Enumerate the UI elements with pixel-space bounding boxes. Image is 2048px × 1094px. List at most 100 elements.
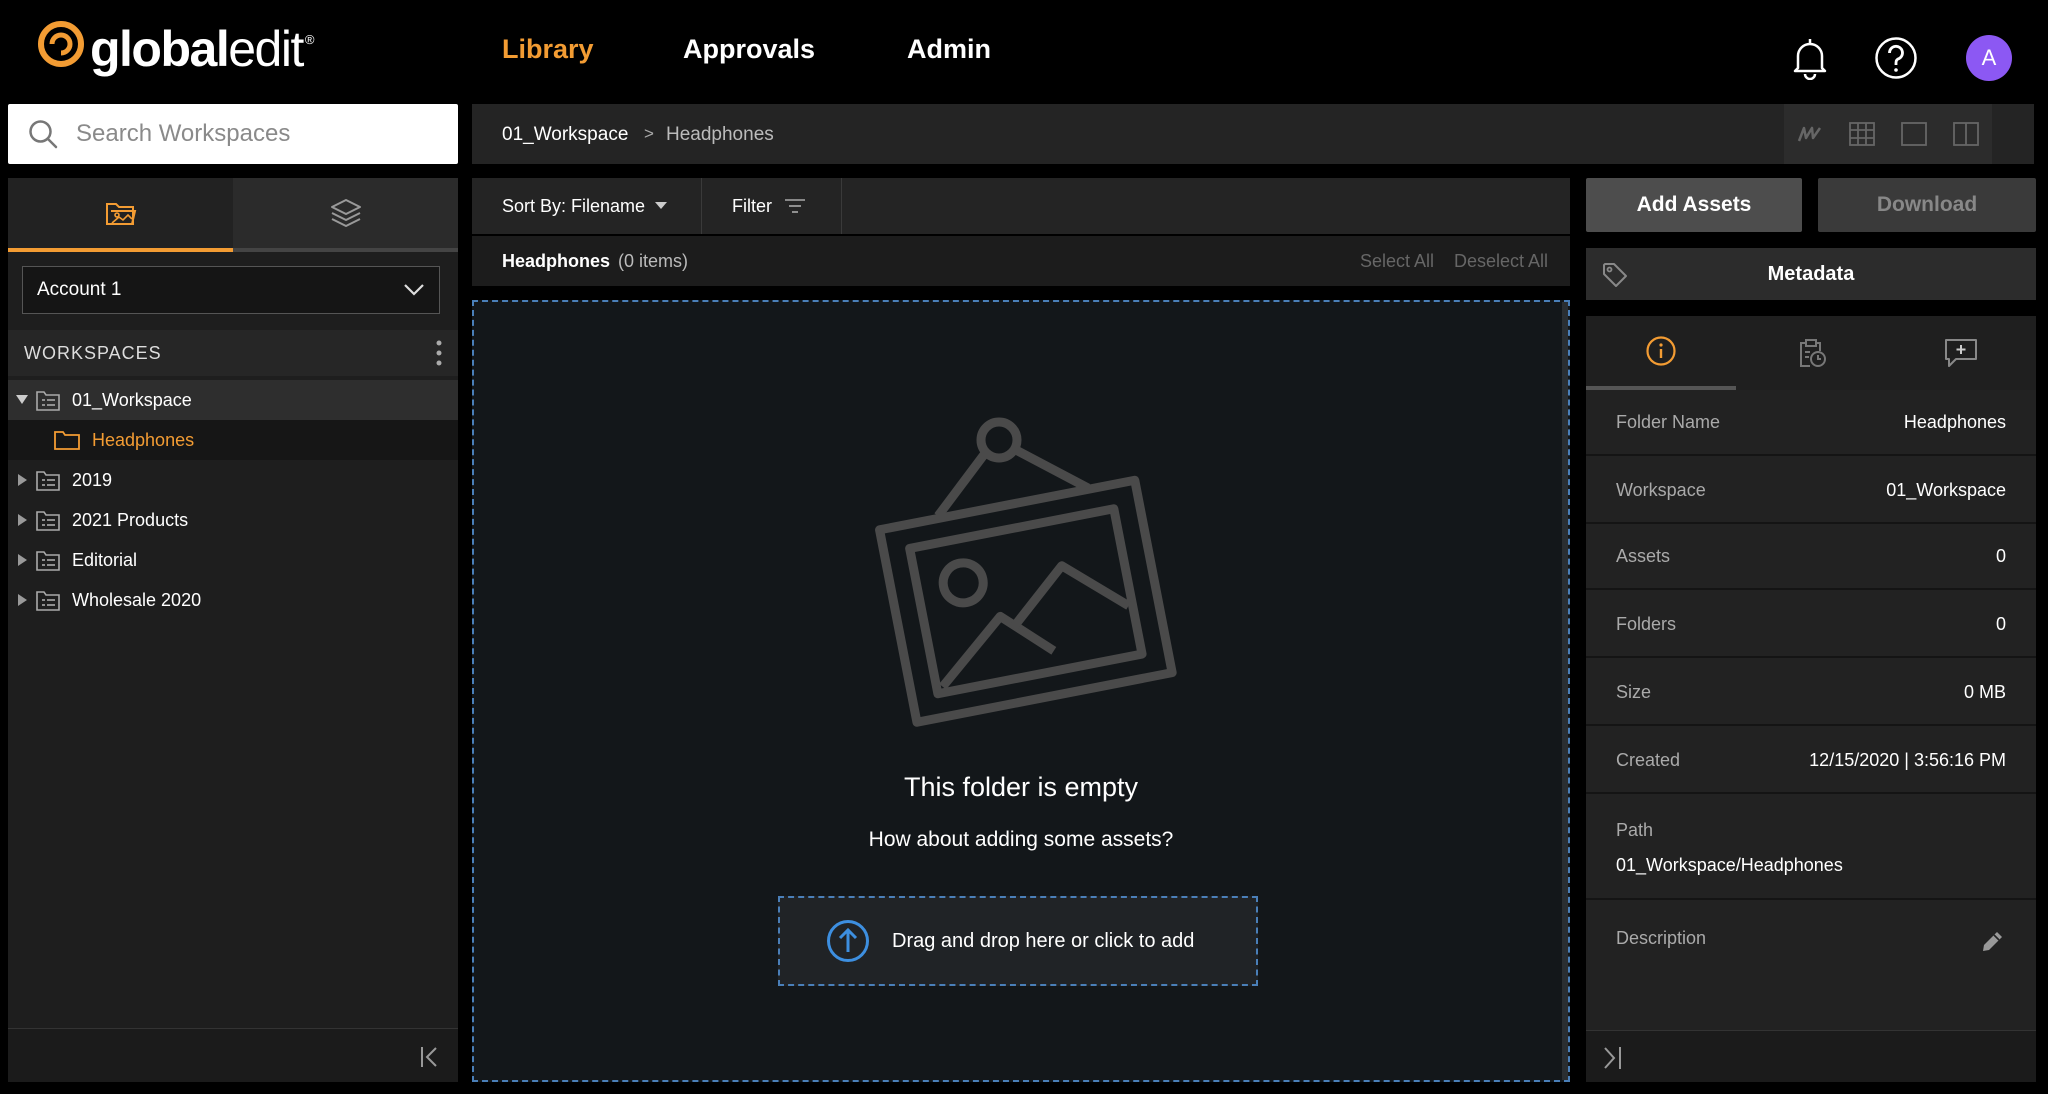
account-select[interactable]: Account 1 (22, 266, 440, 314)
split-view-button[interactable] (1940, 104, 1992, 164)
tree-item-headphones[interactable]: Headphones (8, 420, 458, 460)
upload-dropzone-button[interactable]: Drag and drop here or click to add (778, 896, 1258, 986)
left-panel: Account 1 WORKSPACES 01_Workspace Headph… (8, 178, 458, 1082)
user-avatar[interactable]: A (1966, 35, 2012, 81)
tab-comments[interactable] (1886, 316, 2036, 390)
workspace-icon (36, 589, 60, 611)
folder-images-icon (105, 203, 136, 225)
metadata-key: Path (1616, 820, 1654, 840)
filter-label: Filter (732, 195, 772, 216)
top-bar: globaledit ® Library Approvals Admin A (0, 0, 2048, 104)
m-logo-icon (1797, 126, 1822, 142)
tab-layers[interactable] (233, 178, 458, 252)
tree-item-2021-products[interactable]: 2021 Products (8, 500, 458, 540)
tree-item-editorial[interactable]: Editorial (8, 540, 458, 580)
metadata-row-assets: Assets 0 (1586, 524, 2036, 590)
more-options-icon[interactable] (436, 340, 442, 366)
nav-admin[interactable]: Admin (907, 34, 991, 65)
breadcrumb-current: Headphones (666, 124, 774, 145)
metadata-row-size: Size 0 MB (1586, 660, 2036, 726)
folder-title: Headphones (502, 251, 611, 271)
metadata-key: Assets (1616, 545, 1671, 566)
account-select-value: Account 1 (37, 279, 122, 300)
caret-down-icon (655, 202, 668, 209)
caret-down-icon[interactable] (8, 395, 36, 405)
layers-icon (330, 199, 361, 227)
info-icon (1646, 336, 1676, 366)
metadata-row-folder-name: Folder Name Headphones (1586, 390, 2036, 456)
single-view-button[interactable] (1888, 104, 1940, 164)
metadata-tabs (1586, 316, 2036, 390)
scrollbar[interactable] (1562, 302, 1568, 1080)
logo-registered-mark: ® (304, 32, 315, 47)
add-comment-icon (1945, 339, 1977, 367)
metadata-list: Folder Name Headphones Workspace 01_Work… (1586, 390, 2036, 1030)
tree-item-2019[interactable]: 2019 (8, 460, 458, 500)
caret-right-icon[interactable] (8, 594, 36, 606)
pencil-edit-icon[interactable] (1980, 928, 2006, 954)
tab-folders[interactable] (8, 178, 233, 252)
nav-library[interactable]: Library (502, 34, 594, 65)
tab-info[interactable] (1586, 316, 1736, 390)
caret-right-icon[interactable] (8, 514, 36, 526)
filter-button[interactable]: Filter (702, 178, 842, 234)
breadcrumb: 01_Workspace > Headphones (472, 104, 2034, 164)
view-mode-m-button[interactable] (1784, 104, 1836, 164)
grid-icon (1849, 122, 1875, 146)
download-button[interactable]: Download (1818, 178, 2036, 232)
item-count: (0 items) (618, 251, 689, 271)
select-all-link[interactable]: Select All (1360, 251, 1434, 272)
tree-item-label: Headphones (92, 429, 195, 450)
metadata-value: Headphones (1903, 411, 2006, 432)
search-input[interactable] (76, 120, 436, 148)
collapse-right-panel-icon[interactable] (1602, 1045, 1624, 1071)
workspaces-header-label: WORKSPACES (24, 342, 162, 363)
tree-item-01-workspace[interactable]: 01_Workspace (8, 380, 458, 420)
metadata-row-folders: Folders 0 (1586, 592, 2036, 658)
metadata-row-description[interactable]: Description (1586, 902, 2036, 1030)
metadata-key: Folder Name (1616, 411, 1721, 432)
workspace-icon (36, 509, 60, 531)
metadata-key: Created (1616, 749, 1681, 770)
metadata-key: Description (1616, 928, 1707, 948)
metadata-key: Workspace (1616, 479, 1706, 500)
globaledit-logo[interactable]: globaledit ® (36, 18, 314, 80)
logo-text-bold: global (90, 21, 230, 77)
split-view-icon (1953, 122, 1979, 146)
help-icon[interactable] (1874, 36, 1918, 80)
workspace-icon (36, 549, 60, 571)
tree-item-label: Wholesale 2020 (72, 589, 202, 610)
breadcrumb-separator: > (644, 124, 654, 143)
metadata-title: Metadata (1767, 263, 1855, 285)
tree-item-label: 2019 (72, 469, 113, 490)
tree-item-label: 01_Workspace (72, 389, 192, 410)
upload-arrow-icon (827, 920, 869, 962)
left-panel-footer (8, 1028, 458, 1082)
workspace-icon (36, 389, 60, 411)
search-workspaces-box[interactable] (8, 104, 458, 164)
tab-history[interactable] (1736, 316, 1886, 390)
asset-dropzone[interactable]: This folder is empty How about adding so… (472, 300, 1570, 1082)
tree-item-label: 2021 Products (72, 509, 189, 530)
empty-state-title: This folder is empty (903, 772, 1139, 802)
collapse-left-panel-icon[interactable] (420, 1045, 440, 1069)
caret-right-icon[interactable] (8, 474, 36, 486)
caret-right-icon[interactable] (8, 554, 36, 566)
notifications-bell-icon[interactable] (1790, 36, 1830, 80)
metadata-key: Folders (1616, 613, 1677, 634)
metadata-value: 01_Workspace (1886, 479, 2006, 500)
tree-item-wholesale-2020[interactable]: Wholesale 2020 (8, 580, 458, 620)
nav-approvals[interactable]: Approvals (683, 34, 815, 65)
sort-dropdown[interactable]: Sort By: Filename (472, 178, 702, 234)
breadcrumb-workspace[interactable]: 01_Workspace (502, 124, 628, 146)
metadata-value: 0 MB (1963, 681, 2006, 702)
filter-icon (785, 199, 805, 213)
single-view-icon (1901, 122, 1927, 146)
deselect-all-link[interactable]: Deselect All (1454, 251, 1548, 272)
logo-text-light: edit (228, 21, 304, 77)
grid-view-button[interactable] (1836, 104, 1888, 164)
workspaces-header: WORKSPACES (8, 330, 458, 376)
empty-state-subtitle: How about adding some assets? (868, 828, 1174, 851)
add-assets-button[interactable]: Add Assets (1586, 178, 1802, 232)
upload-label: Drag and drop here or click to add (892, 929, 1195, 952)
